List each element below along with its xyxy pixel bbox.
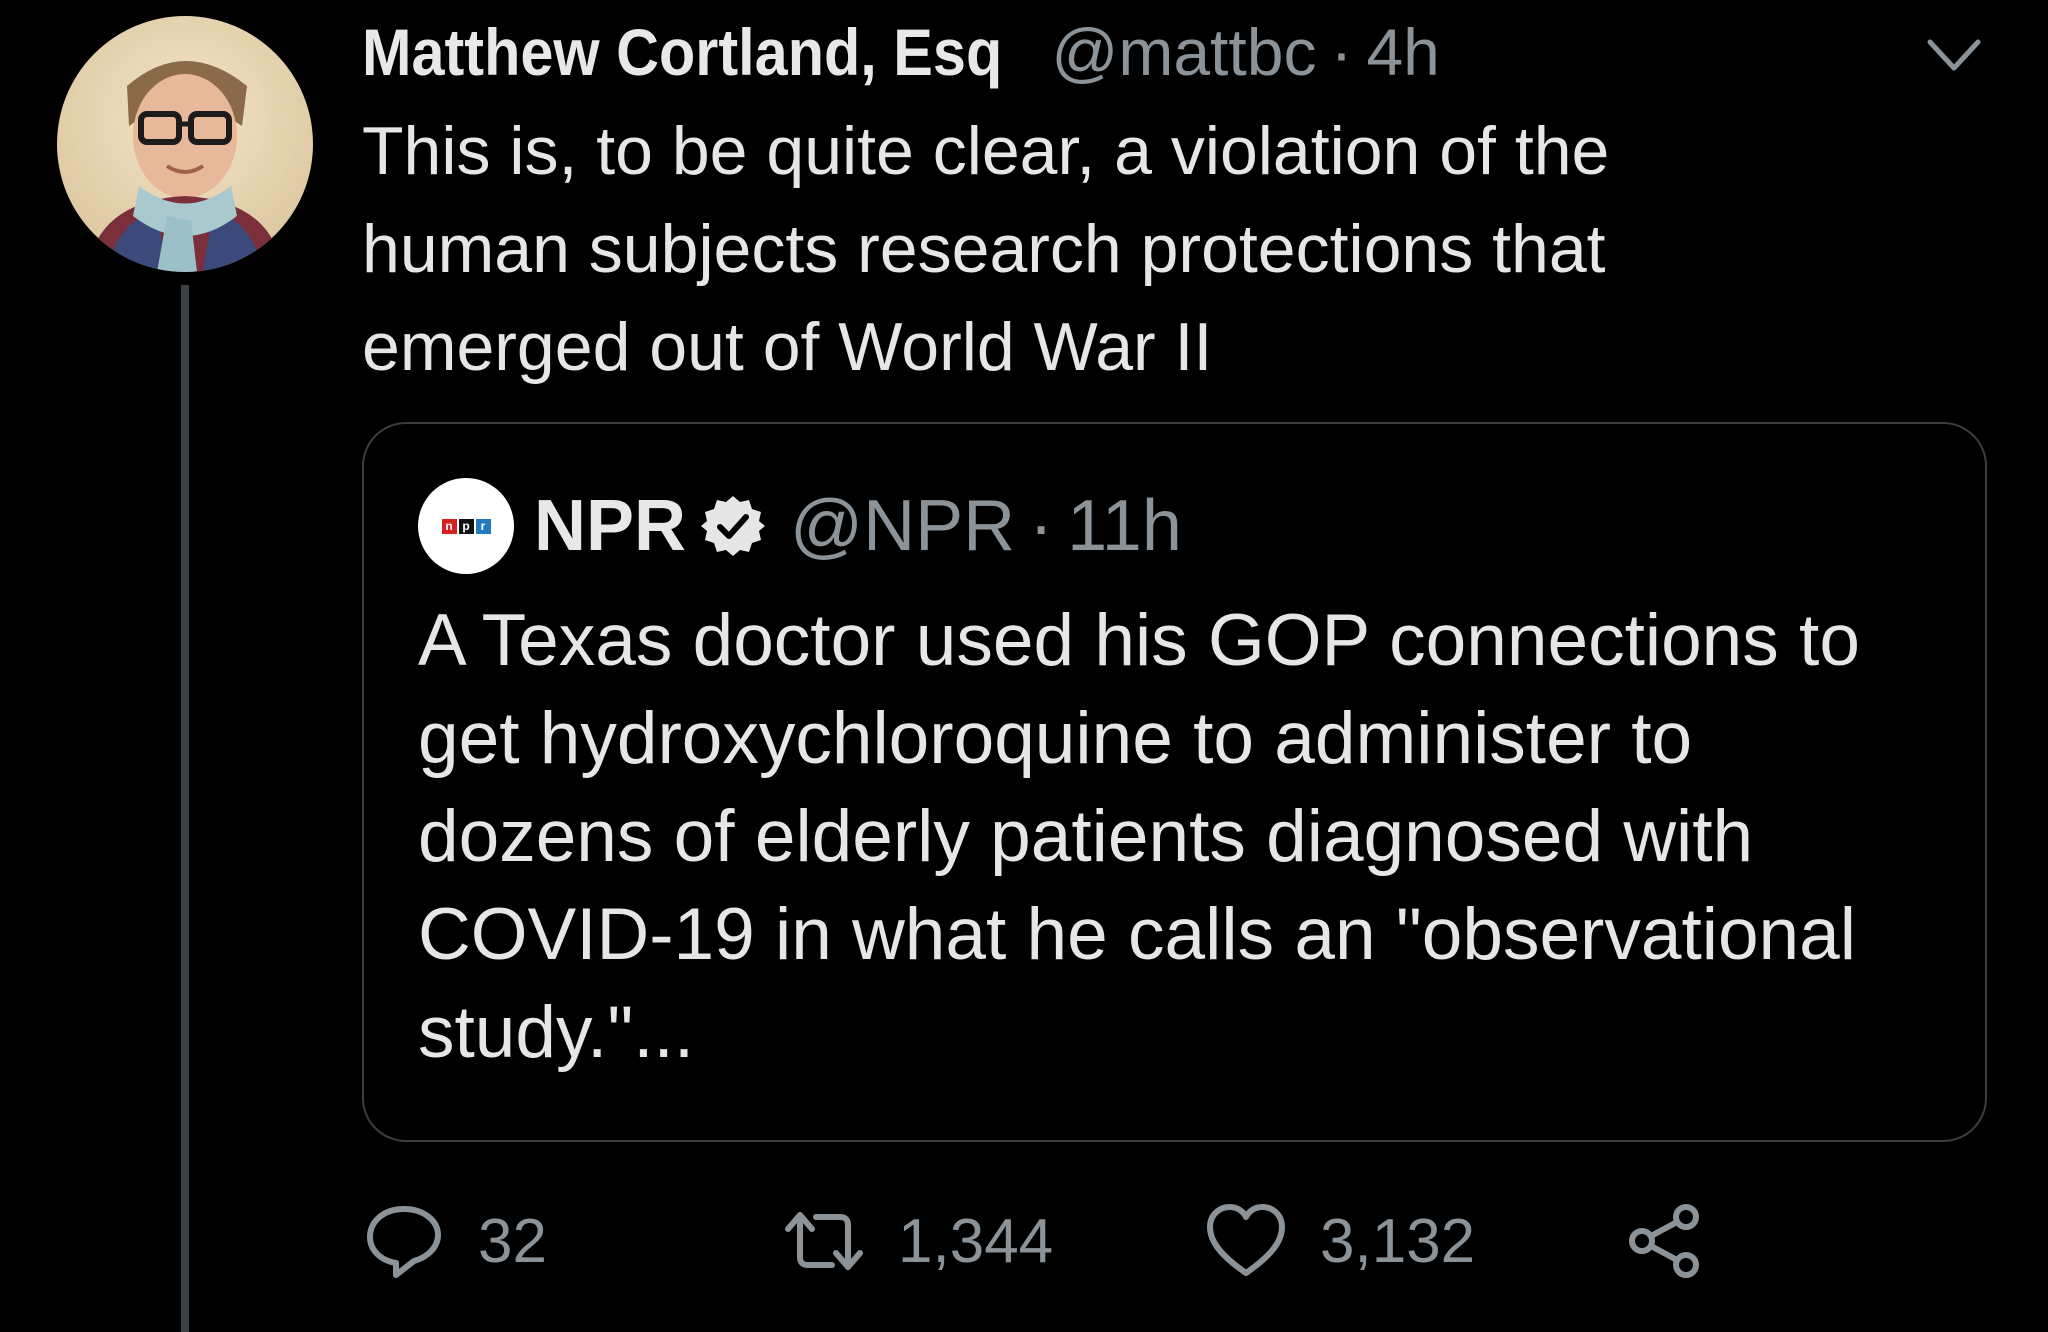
- header-separator: ·: [1330, 15, 1353, 89]
- thread-connector-line: [181, 285, 189, 1332]
- quoted-timestamp: 11h: [1067, 486, 1182, 566]
- tweet-timestamp[interactable]: 4h: [1366, 12, 1439, 92]
- author-avatar[interactable]: [57, 16, 313, 272]
- quoted-tweet-body: A Texas doctor used his GOP connections …: [418, 592, 1968, 1082]
- quoted-header-separator: ·: [1029, 486, 1054, 566]
- reply-count: 32: [478, 1206, 547, 1276]
- npr-logo-letter: r: [475, 518, 491, 534]
- quoted-text-line: dozens of elderly patients diagnosed wit…: [418, 796, 1754, 877]
- like-button[interactable]: 3,132: [1204, 1196, 1475, 1286]
- quoted-text-line: study."...: [418, 992, 695, 1073]
- like-count: 3,132: [1320, 1206, 1476, 1276]
- quoted-text-line: A Texas doctor used his GOP connections …: [418, 600, 1860, 681]
- quoted-text-line: get hydroxychloroquine to administer to: [418, 698, 1693, 779]
- retweet-count: 1,344: [898, 1206, 1054, 1276]
- npr-logo: n p r: [441, 518, 491, 534]
- verified-badge-icon: [701, 496, 766, 556]
- npr-logo-letter: n: [441, 518, 457, 534]
- heart-icon: [1207, 1204, 1285, 1276]
- tweet-header: Matthew Cortland, Esq @mattbc · 4h: [362, 12, 1440, 92]
- chevron-down-icon[interactable]: [1924, 30, 1984, 80]
- reply-button[interactable]: 32: [362, 1196, 547, 1286]
- quoted-text-line: COVID-19 in what he calls an "observatio…: [418, 894, 1856, 975]
- quoted-tweet-header: n p r NPR @NPR · 11h: [418, 476, 1182, 576]
- reply-icon: [367, 1206, 441, 1278]
- share-icon: [1629, 1204, 1699, 1278]
- quoted-display-name[interactable]: NPR: [534, 485, 686, 567]
- tweet-action-bar: 32 1,344 3,132: [362, 1196, 1762, 1286]
- retweet-icon: [785, 1212, 863, 1270]
- tweet-body: This is, to be quite clear, a violation …: [362, 102, 1962, 396]
- npr-logo-letter: p: [458, 518, 474, 534]
- tweet-text-line: emerged out of World War II: [362, 309, 1213, 385]
- share-button[interactable]: [1624, 1196, 1740, 1286]
- author-handle[interactable]: @mattbc: [1051, 12, 1316, 92]
- npr-avatar[interactable]: n p r: [418, 478, 514, 574]
- author-display-name[interactable]: Matthew Cortland, Esq: [362, 12, 1002, 92]
- tweet-text-line: This is, to be quite clear, a violation …: [362, 113, 1610, 189]
- quoted-handle[interactable]: @NPR: [790, 485, 1015, 567]
- retweet-button[interactable]: 1,344: [782, 1196, 1053, 1286]
- avatar-image: [57, 16, 313, 272]
- quoted-tweet-card[interactable]: n p r NPR @NPR · 11h A Texas doctor used…: [362, 422, 1987, 1142]
- tweet-text-line: human subjects research protections that: [362, 211, 1606, 287]
